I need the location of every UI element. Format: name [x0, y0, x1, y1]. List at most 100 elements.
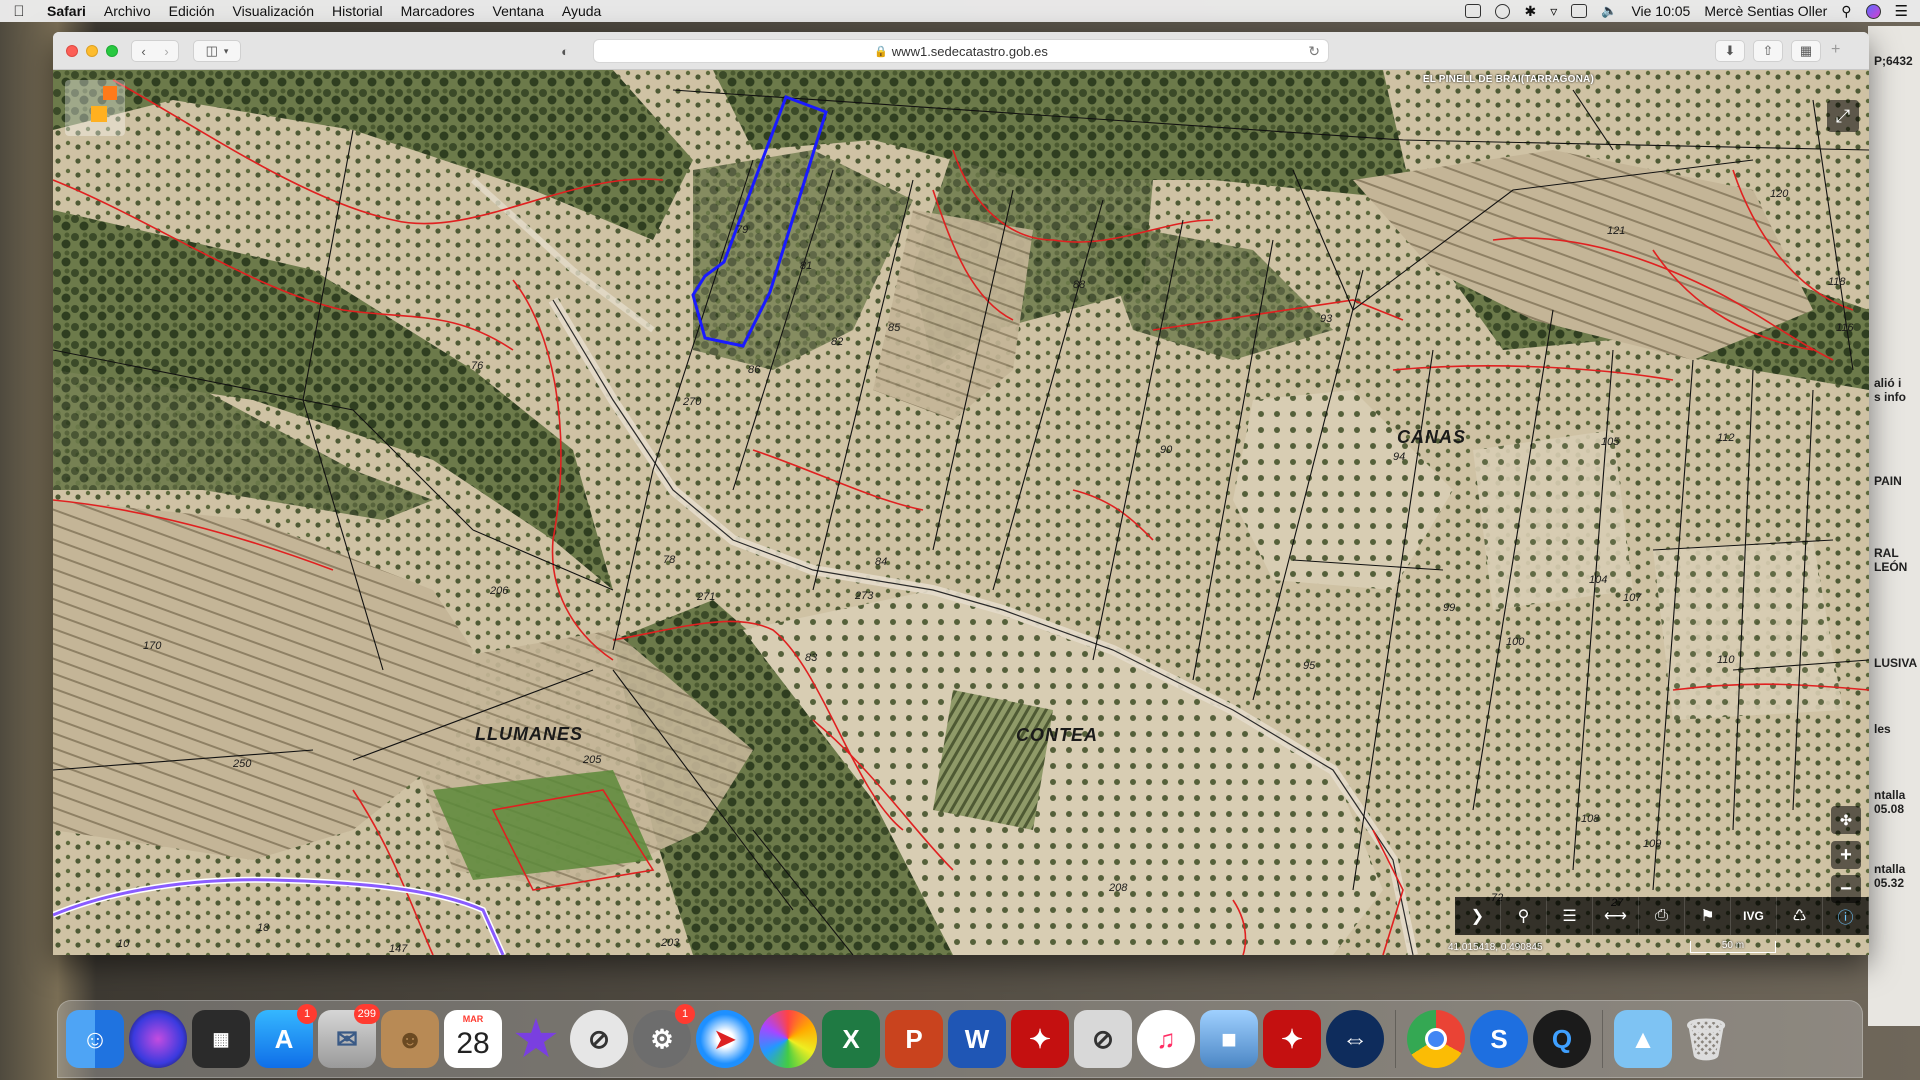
- tab-overview-button[interactable]: ▦: [1791, 40, 1821, 62]
- tool-cadastral-ref-button[interactable]: ⚑: [1685, 897, 1731, 935]
- chrome-icon[interactable]: [1407, 1010, 1465, 1068]
- tool-measure-button[interactable]: ⟷: [1593, 897, 1639, 935]
- app-store-icon[interactable]: A1: [255, 1004, 317, 1068]
- catastro-logo[interactable]: [65, 80, 125, 136]
- finder-icon[interactable]: ☺: [66, 1010, 124, 1068]
- back-button[interactable]: ‹: [132, 44, 155, 59]
- mail-icon[interactable]: ✉ 299: [318, 1004, 380, 1068]
- dock: ☺ ▦ A1 ✉ 299 ☻ MAR 28 ★ ⊘ ⚙ 1 ➤ X P W ✦ ⊘ …: [57, 1000, 1863, 1078]
- menu-archivo[interactable]: Archivo: [95, 3, 160, 19]
- menu-ayuda[interactable]: Ayuda: [553, 3, 610, 19]
- menu-visualizacion[interactable]: Visualización: [224, 3, 323, 19]
- acrobat-icon[interactable]: ✦: [1011, 1010, 1069, 1068]
- imovie-star-icon[interactable]: ★: [507, 1010, 565, 1068]
- menubar-user[interactable]: Mercè Sentias Oller: [1704, 3, 1827, 19]
- parcel-number: 109: [1643, 838, 1662, 850]
- quicktime-icon[interactable]: Q: [1533, 1010, 1591, 1068]
- sidebar-button[interactable]: ◫ ▾: [193, 40, 241, 62]
- expand-icon: ⤢: [1835, 105, 1851, 126]
- menu-ventana[interactable]: Ventana: [484, 3, 553, 19]
- calendar-icon[interactable]: MAR 28: [444, 1010, 502, 1068]
- municipality-label: EL PINELL DE BRAI(TARRAGONA): [1422, 74, 1594, 85]
- menu-marcadores[interactable]: Marcadores: [392, 3, 484, 19]
- minimize-window-button[interactable]: [86, 45, 98, 57]
- tool-ivg-button[interactable]: IVG: [1731, 897, 1777, 935]
- parcel-number: 84: [875, 556, 888, 568]
- tabs-grid-icon: ▦: [1799, 43, 1813, 58]
- s-app-icon[interactable]: S: [1470, 1010, 1528, 1068]
- cadastral-map[interactable]: CANAS LLUMANES CONTEA 79 81 76 82 85 88 …: [53, 70, 1869, 955]
- tool-next-button[interactable]: ❯: [1455, 897, 1501, 935]
- excel-icon[interactable]: X: [822, 1010, 880, 1068]
- scale-bar: 50 m: [1690, 941, 1776, 953]
- display-icon[interactable]: [1571, 4, 1588, 18]
- share-button[interactable]: ⇧: [1753, 40, 1783, 62]
- word-icon[interactable]: W: [948, 1010, 1006, 1068]
- trash-icon[interactable]: 🗑: [1677, 1010, 1735, 1068]
- fullscreen-button[interactable]: ⤢: [1827, 100, 1859, 132]
- forward-button[interactable]: ›: [155, 44, 178, 59]
- music-icon[interactable]: ♫: [1137, 1010, 1195, 1068]
- volume-icon[interactable]: 🔈: [1601, 3, 1617, 19]
- parcel-number: 205: [583, 754, 602, 766]
- shield-icon: ◐: [561, 43, 569, 59]
- background-text: ntalla: [1874, 862, 1906, 876]
- wifi-icon[interactable]: ▿: [1550, 3, 1557, 20]
- menu-app-name[interactable]: Safari: [38, 3, 95, 19]
- parcel-number: 94: [1393, 451, 1406, 463]
- teamviewer-icon[interactable]: ⇔: [1326, 1010, 1384, 1068]
- parcel-number: 107: [1623, 592, 1642, 604]
- parcel-number: 82: [831, 336, 844, 348]
- blocked-app-icon[interactable]: ⊘: [1074, 1010, 1132, 1068]
- parcel-number: 250: [233, 758, 252, 770]
- powerpoint-icon[interactable]: P: [885, 1010, 943, 1068]
- contacts-icon[interactable]: ☻: [381, 1010, 439, 1068]
- sidebar-icon: ◫: [205, 43, 218, 58]
- parcel-number: 93: [1320, 313, 1333, 325]
- tool-search-button[interactable]: ⚲: [1501, 897, 1547, 935]
- reload-icon[interactable]: ↻: [1308, 43, 1320, 60]
- apple-icon[interactable]: : [0, 3, 38, 20]
- parcel-number: 170: [143, 640, 162, 652]
- applications-folder-icon[interactable]: ▲: [1614, 1010, 1672, 1068]
- tool-info-button[interactable]: ⓘ: [1823, 897, 1869, 935]
- menu-edicion[interactable]: Edición: [160, 3, 224, 19]
- background-text: s info: [1874, 390, 1906, 404]
- tool-print-button[interactable]: ⎙: [1639, 897, 1685, 935]
- background-text: ntalla: [1874, 788, 1906, 802]
- acrobat-reader-icon[interactable]: ✦: [1263, 1010, 1321, 1068]
- tool-layers-button[interactable]: ☰: [1547, 897, 1593, 935]
- siri-dock-icon[interactable]: [129, 1010, 187, 1068]
- zoom-in-button[interactable]: +: [1831, 841, 1861, 869]
- parcel-number: 208: [1109, 882, 1128, 894]
- parcel-number: 10: [117, 938, 130, 950]
- address-bar[interactable]: 🔒 www1.sedecatastro.gob.es ↻: [593, 39, 1329, 63]
- disabled-app-icon[interactable]: ⊘: [570, 1010, 628, 1068]
- bluetooth-icon[interactable]: ✱: [1524, 3, 1536, 20]
- time-machine-icon[interactable]: [1495, 3, 1511, 19]
- calendar-month: MAR: [462, 1014, 484, 1024]
- locate-button[interactable]: ✣: [1831, 806, 1861, 834]
- background-text: alió i: [1874, 376, 1902, 390]
- siri-icon[interactable]: [1865, 3, 1881, 19]
- photos-icon[interactable]: [759, 1010, 817, 1068]
- menu-historial[interactable]: Historial: [323, 3, 392, 19]
- parcel-number: 104: [1589, 574, 1608, 586]
- menubar-clock[interactable]: Vie 10:05: [1631, 3, 1690, 19]
- safari-dock-icon[interactable]: ➤: [696, 1010, 754, 1068]
- new-tab-icon[interactable]: +: [1831, 41, 1840, 59]
- screen-mirroring-icon[interactable]: [1465, 4, 1482, 18]
- downloads-button[interactable]: ⬇: [1715, 40, 1745, 62]
- tool-sync-button[interactable]: ♺: [1777, 897, 1823, 935]
- parcel-number: 120: [1770, 188, 1789, 200]
- preview-icon[interactable]: ■: [1200, 1010, 1258, 1068]
- place-name-llumanes: LLUMANES: [475, 724, 583, 744]
- system-preferences-icon[interactable]: ⚙ 1: [633, 1004, 695, 1068]
- close-window-button[interactable]: [66, 45, 78, 57]
- notification-center-icon[interactable]: ☰: [1895, 2, 1908, 20]
- maximize-window-button[interactable]: [106, 45, 118, 57]
- privacy-report-button[interactable]: ◐: [551, 40, 579, 62]
- spotlight-search-icon[interactable]: ⚲: [1841, 3, 1851, 20]
- background-text: PAIN: [1874, 474, 1902, 488]
- mission-control-icon[interactable]: ▦: [192, 1010, 250, 1068]
